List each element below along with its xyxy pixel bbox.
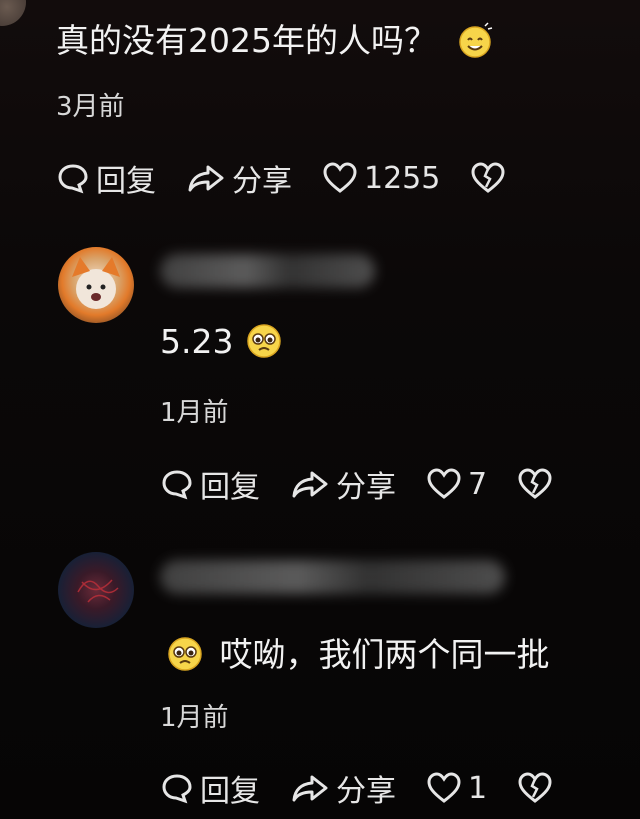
- share-arrow-icon: [292, 471, 328, 498]
- reply-username-blurred[interactable]: [160, 254, 375, 288]
- share-label: 分享: [232, 164, 292, 199]
- pleading-emoji-icon: [247, 323, 281, 358]
- pleading-emoji-icon: [168, 636, 202, 671]
- reply-avatar[interactable]: [58, 247, 134, 323]
- reply-comment-text: 哎呦，我们两个同一批: [219, 635, 550, 674]
- main-comment-text: 真的没有2025年的人吗？: [56, 21, 437, 60]
- share-label: 分享: [336, 774, 396, 809]
- like-count: 1: [468, 770, 488, 806]
- comment-thread: 真的没有2025年的人吗？ 3月前 回复 分享 1255 5.23 1月前 回复…: [0, 0, 640, 819]
- like-button[interactable]: 1: [426, 771, 487, 806]
- share-arrow-icon: [188, 165, 224, 192]
- broken-heart-icon: [518, 468, 552, 499]
- share-button[interactable]: 分享: [186, 156, 292, 200]
- dislike-button[interactable]: [470, 161, 512, 195]
- main-comment: 真的没有2025年的人吗？: [56, 14, 495, 62]
- reply-button[interactable]: 回复: [160, 462, 260, 506]
- broken-heart-icon: [518, 772, 552, 803]
- share-label: 分享: [336, 470, 396, 505]
- reply-actions: 回复 分享 1: [160, 766, 589, 810]
- comment-bubble-icon: [58, 164, 88, 194]
- dislike-button[interactable]: [517, 771, 559, 805]
- like-button[interactable]: 7: [426, 467, 487, 502]
- share-button[interactable]: 分享: [290, 766, 396, 810]
- comment-bubble-icon: [162, 774, 192, 804]
- reply-time: 1月前: [160, 703, 229, 733]
- comment-bubble-icon: [162, 470, 192, 500]
- share-button[interactable]: 分享: [290, 462, 396, 506]
- like-count: 7: [468, 466, 488, 502]
- reply-username-blurred[interactable]: [160, 560, 505, 594]
- dislike-button[interactable]: [517, 467, 559, 501]
- reply-avatar[interactable]: [58, 552, 134, 628]
- reply-label: 回复: [200, 774, 260, 809]
- reply-time: 1月前: [160, 398, 229, 428]
- heart-icon: [427, 468, 461, 499]
- reply-comment: 哎呦，我们两个同一批: [165, 628, 550, 676]
- broken-heart-icon: [471, 162, 505, 193]
- main-comment-actions: 回复 分享 1255: [56, 156, 542, 200]
- like-count: 1255: [364, 160, 441, 196]
- heart-icon: [427, 772, 461, 803]
- share-arrow-icon: [292, 775, 328, 802]
- cat-avatar-image: [72, 257, 120, 309]
- reply-comment: 5.23: [160, 322, 284, 361]
- smile-emoji-icon: [459, 21, 493, 58]
- reply-label: 回复: [96, 164, 156, 199]
- parent-avatar[interactable]: [0, 0, 26, 26]
- reply-label: 回复: [200, 470, 260, 505]
- reply-button[interactable]: 回复: [160, 766, 260, 810]
- abstract-avatar-image: [77, 579, 119, 603]
- reply-actions: 回复 分享 7: [160, 462, 589, 506]
- heart-icon: [323, 162, 357, 193]
- reply-button[interactable]: 回复: [56, 156, 156, 200]
- reply-comment-text: 5.23: [160, 322, 234, 361]
- like-button[interactable]: 1255: [322, 161, 440, 196]
- main-comment-time: 3月前: [56, 92, 125, 122]
